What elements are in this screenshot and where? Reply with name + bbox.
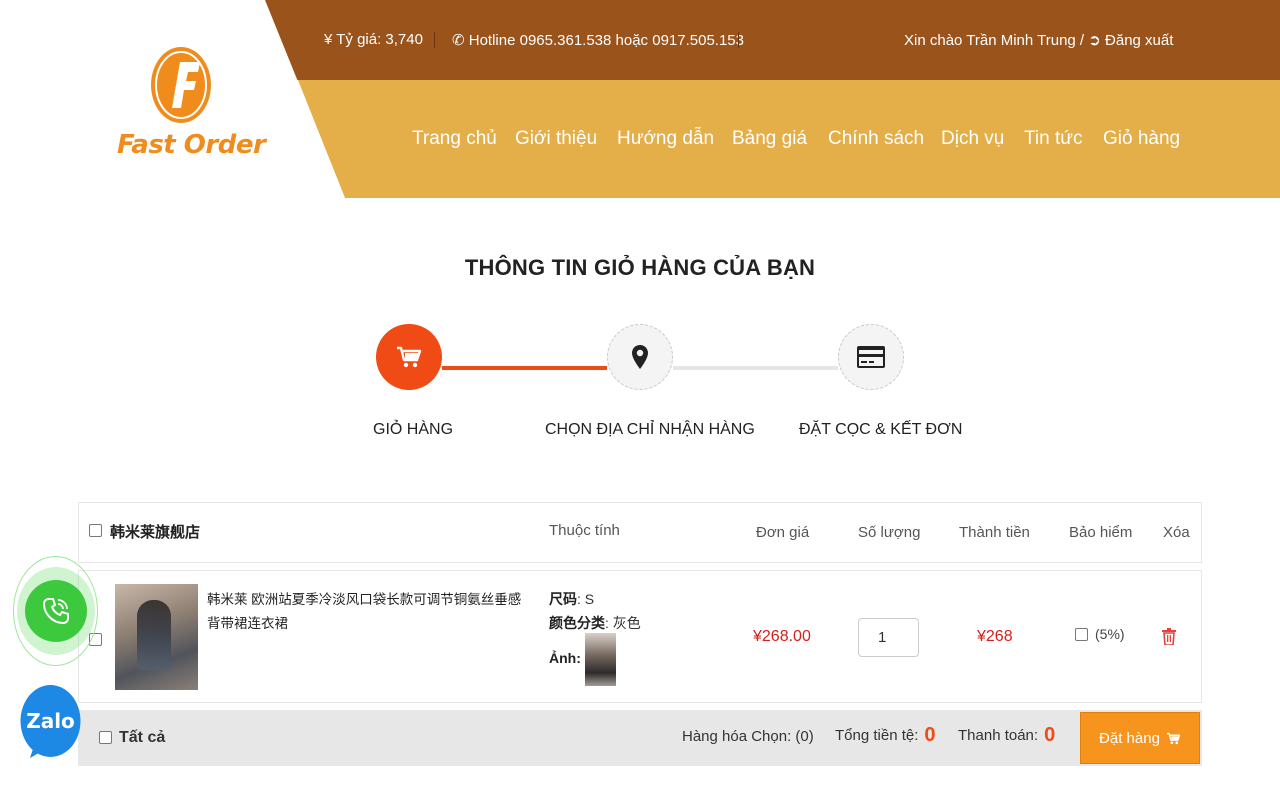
shop-name: 韩米莱旗舰店 — [110, 524, 201, 541]
nav-services[interactable]: Dịch vụ — [941, 128, 1004, 150]
payment-total: Thanh toán: 0 — [958, 724, 1056, 746]
nav-policy[interactable]: Chính sách — [828, 128, 924, 150]
shop-checkbox[interactable] — [89, 524, 102, 537]
nav-home[interactable]: Trang chủ — [412, 128, 497, 150]
quantity-input[interactable]: 1 — [858, 618, 919, 657]
select-all-label: Tất cả — [119, 729, 166, 746]
select-all-checkbox[interactable] — [99, 731, 112, 744]
table-row: 韩米莱 欧洲站夏季冷淡风口袋长款可调节铜氨丝垂感背带裙连衣裙 尺码: S 颜色分… — [78, 570, 1202, 703]
total-currency-value: 0 — [924, 724, 936, 746]
greeting-text: Xin chào Trần Minh Trung / — [904, 32, 1085, 49]
nav-cart[interactable]: Giỏ hàng — [1103, 128, 1180, 150]
product-image[interactable] — [115, 584, 198, 690]
header-attributes: Thuộc tính — [549, 522, 620, 539]
header-total: Thành tiền — [959, 524, 1030, 541]
cart-table-header: 韩米莱旗舰店 Thuộc tính Đơn giá Số lượng Thành… — [78, 502, 1202, 563]
logo-f-icon — [151, 47, 211, 123]
header-unit-price: Đơn giá — [756, 524, 810, 541]
attr-image[interactable] — [585, 633, 616, 686]
selected-items-count: Hàng hóa Chọn: (0) — [682, 728, 814, 745]
line-total: ¥268 — [977, 628, 1013, 645]
step-progress-line — [442, 366, 607, 370]
step-cart — [376, 324, 442, 390]
exchange-rate: ¥ Tỷ giá: 3,740 — [324, 31, 423, 48]
logout-link[interactable]: ➲ Đăng xuất — [1088, 32, 1173, 49]
site-header: Fast Order ¥ Tỷ giá: 3,740 ✆ Hotline 096… — [0, 0, 1280, 198]
hotline-text: Hotline 0965.361.538 hoặc 0917.505.153 — [468, 32, 744, 49]
zalo-chat-button[interactable]: Zalo — [20, 684, 81, 760]
map-pin-icon — [632, 345, 648, 369]
credit-card-icon — [857, 346, 885, 368]
cart-icon — [397, 346, 422, 368]
zalo-label: Zalo — [26, 709, 75, 733]
nav-about[interactable]: Giới thiệu — [515, 128, 597, 150]
attr-size: 尺码: S — [549, 591, 595, 607]
nav-pricing[interactable]: Bảng giá — [732, 128, 807, 150]
step-deposit — [838, 324, 904, 390]
phone-icon: ✆ — [452, 32, 465, 49]
attr-image-label: Ảnh: — [549, 650, 581, 666]
insurance-checkbox[interactable] — [1075, 628, 1088, 641]
nav-guide[interactable]: Hướng dẫn — [617, 128, 714, 150]
user-greeting: Xin chào Trần Minh Trung / ➲ Đăng xuất — [904, 31, 1173, 49]
cart-icon — [1166, 732, 1181, 744]
page-title: THÔNG TIN GIỎ HÀNG CỦA BẠN — [464, 255, 816, 280]
header-quantity: Số lượng — [858, 524, 921, 541]
header-insurance: Bảo hiểm — [1069, 524, 1133, 541]
header-delete: Xóa — [1163, 524, 1190, 541]
step-label-cart: GIỎ HÀNG — [373, 421, 454, 438]
step-label-address: CHỌN ĐỊA CHỈ NHẬN HÀNG — [545, 421, 755, 438]
call-button[interactable] — [25, 580, 87, 642]
cart-summary-bar: Tất cả Hàng hóa Chọn: (0) Tổng tiền tệ: 0… — [78, 710, 1202, 766]
payment-value: 0 — [1044, 724, 1056, 746]
step-address — [607, 324, 673, 390]
phone-call-icon — [42, 598, 69, 625]
logo[interactable]: Fast Order — [117, 40, 266, 165]
logout-icon: ➲ — [1088, 32, 1101, 49]
hotline: ✆ Hotline 0965.361.538 hoặc 0917.505.153 — [452, 31, 744, 49]
attr-color: 颜色分类: 灰色 — [549, 615, 641, 631]
insurance-rate: (5%) — [1095, 626, 1125, 642]
step-pending-line — [673, 366, 838, 370]
unit-price: ¥268.00 — [753, 628, 811, 645]
step-label-deposit: ĐẶT CỌC & KẾT ĐƠN — [799, 421, 963, 438]
total-currency: Tổng tiền tệ: 0 — [835, 724, 936, 746]
place-order-button[interactable]: Đặt hàng — [1080, 712, 1200, 764]
nav-news[interactable]: Tin tức — [1024, 128, 1082, 150]
product-name[interactable]: 韩米莱 欧洲站夏季冷淡风口袋长款可调节铜氨丝垂感背带裙连衣裙 — [207, 588, 527, 636]
trash-icon[interactable] — [1162, 628, 1176, 645]
logo-text: Fast Order — [117, 130, 266, 160]
